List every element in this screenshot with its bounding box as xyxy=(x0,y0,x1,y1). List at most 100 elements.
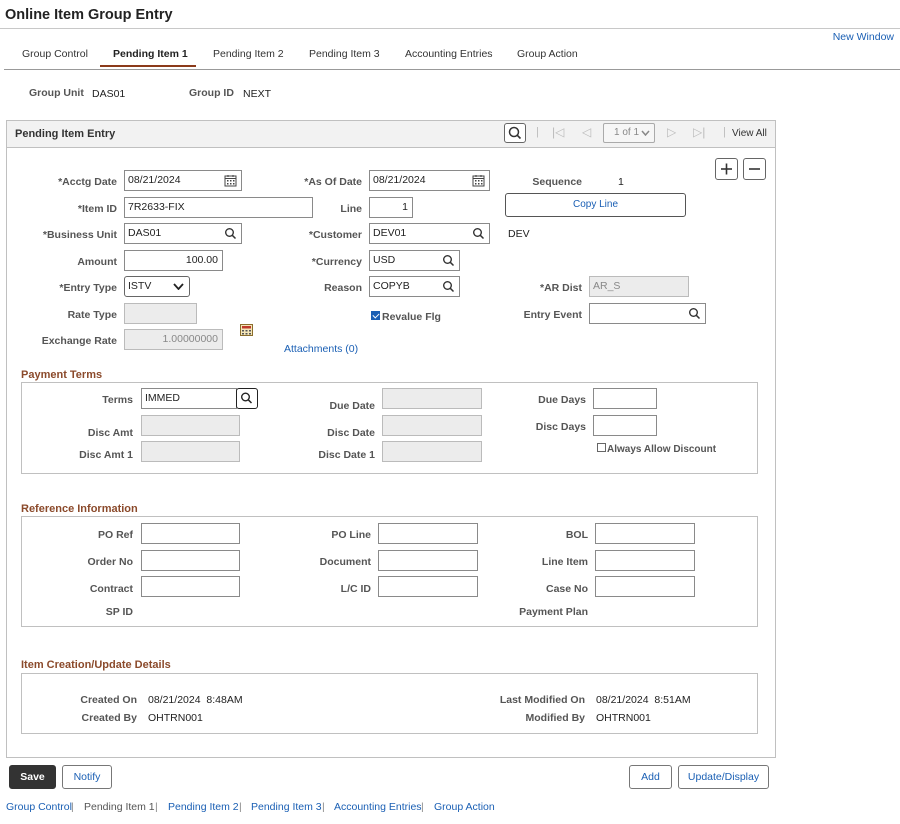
add-button[interactable]: Add xyxy=(629,765,672,789)
line-item-label: Line Item xyxy=(541,556,588,568)
disc-amt-1-label: Disc Amt 1 xyxy=(79,449,133,461)
footer-link-group-action[interactable]: Group Action xyxy=(434,801,495,813)
tab-pending-item-1[interactable]: Pending Item 1 xyxy=(113,48,188,60)
currency-field[interactable]: USD xyxy=(369,250,460,271)
new-window-link[interactable]: New Window xyxy=(833,31,894,43)
footer-separator: | xyxy=(71,801,74,813)
page-title: Online Item Group Entry xyxy=(5,7,173,23)
entry-type-value: ISTV xyxy=(128,280,152,292)
footer-separator: | xyxy=(155,801,158,813)
order-no-field[interactable] xyxy=(141,550,240,571)
search-icon[interactable] xyxy=(442,280,455,293)
disc-amt-label: Disc Amt xyxy=(87,427,133,439)
lc-id-field[interactable] xyxy=(378,576,478,597)
pending-item-title: Pending Item Entry xyxy=(15,128,116,140)
as-of-date-field[interactable]: 08/21/2024 xyxy=(369,170,490,191)
search-icon[interactable] xyxy=(224,227,237,240)
entry-type-select[interactable]: ISTV xyxy=(124,276,190,297)
po-ref-field[interactable] xyxy=(141,523,240,544)
terms-lookup-button[interactable] xyxy=(236,388,258,409)
line-label: Line xyxy=(340,203,362,215)
terms-label: Terms xyxy=(102,394,133,406)
ar-dist-label: *AR Dist xyxy=(539,282,582,294)
revalue-flg-checkbox[interactable] xyxy=(371,311,380,320)
disc-date-field xyxy=(382,415,482,436)
tab-accounting-entries[interactable]: Accounting Entries xyxy=(405,48,493,60)
document-field[interactable] xyxy=(378,550,478,571)
calculator-icon[interactable] xyxy=(240,324,253,336)
footer-link-pending-item-3[interactable]: Pending Item 3 xyxy=(251,801,322,813)
reason-field[interactable]: COPYB xyxy=(369,276,460,297)
footer-link-pending-item-2[interactable]: Pending Item 2 xyxy=(168,801,239,813)
calendar-icon[interactable] xyxy=(472,174,485,187)
bol-field[interactable] xyxy=(595,523,695,544)
view-all-link[interactable]: View All xyxy=(732,128,767,139)
footer-link-pending-item-1: Pending Item 1 xyxy=(84,801,155,813)
add-row-button[interactable] xyxy=(715,158,738,180)
notify-button[interactable]: Notify xyxy=(62,765,112,789)
customer-field[interactable]: DEV01 xyxy=(369,223,490,244)
created-on-value: 08/21/2024 8:48AM xyxy=(148,694,243,706)
as-of-date-value: 08/21/2024 xyxy=(373,174,426,186)
item-id-label: *Item ID xyxy=(77,203,117,215)
line-field[interactable]: 1 xyxy=(369,197,413,218)
rate-type-field xyxy=(124,303,197,324)
currency-label: *Currency xyxy=(311,256,362,268)
revalue-flg-label: Revalue Flg xyxy=(382,311,441,323)
line-item-field[interactable] xyxy=(595,550,695,571)
po-line-field[interactable] xyxy=(378,523,478,544)
always-allow-discount-checkbox[interactable] xyxy=(597,443,606,452)
terms-field[interactable]: IMMED xyxy=(141,388,237,409)
pager-divider: | xyxy=(536,126,539,138)
last-page-icon[interactable]: ▷| xyxy=(693,125,705,139)
search-icon xyxy=(240,392,253,404)
next-page-icon[interactable]: ▷ xyxy=(667,125,676,139)
payment-plan-label: Payment Plan xyxy=(519,606,588,618)
reason-value: COPYB xyxy=(373,280,410,292)
amount-label: Amount xyxy=(77,256,117,268)
tab-group-action[interactable]: Group Action xyxy=(517,48,578,60)
delete-row-button[interactable] xyxy=(743,158,766,180)
entry-type-label: *Entry Type xyxy=(59,282,117,294)
rate-type-label: Rate Type xyxy=(67,309,117,321)
always-allow-discount-label: Always Allow Discount xyxy=(607,444,717,455)
lc-id-label: L/C ID xyxy=(340,583,371,595)
footer-link-accounting-entries[interactable]: Accounting Entries xyxy=(334,801,422,813)
creation-details-title: Item Creation/Update Details xyxy=(21,659,171,671)
tab-pending-item-2[interactable]: Pending Item 2 xyxy=(213,48,284,60)
first-page-icon[interactable]: |◁ xyxy=(552,125,564,139)
customer-name: DEV xyxy=(508,228,530,240)
copy-line-button[interactable]: Copy Line xyxy=(505,193,686,217)
acctg-date-label: *Acctg Date xyxy=(58,176,117,188)
pager-divider-2: | xyxy=(723,126,726,138)
search-icon[interactable] xyxy=(442,254,455,267)
footer-link-group-control[interactable]: Group Control xyxy=(6,801,72,813)
case-no-field[interactable] xyxy=(595,576,695,597)
tab-group-control[interactable]: Group Control xyxy=(22,48,88,60)
business-unit-field[interactable]: DAS01 xyxy=(124,223,242,244)
sequence-label: Sequence xyxy=(532,176,582,188)
exchange-rate-label: Exchange Rate xyxy=(41,335,117,347)
contract-label: Contract xyxy=(89,583,133,595)
pager-select[interactable]: 1 of 1 xyxy=(603,123,655,143)
acctg-date-field[interactable]: 08/21/2024 xyxy=(124,170,242,191)
update-display-button[interactable]: Update/Display xyxy=(678,765,769,789)
disc-days-field[interactable] xyxy=(593,415,657,436)
customer-value: DEV01 xyxy=(373,227,407,239)
search-icon[interactable] xyxy=(688,307,701,320)
last-modified-label: Last Modified On xyxy=(499,694,585,706)
calendar-icon[interactable] xyxy=(224,174,237,187)
save-button[interactable]: Save xyxy=(9,765,56,789)
tab-pending-item-3[interactable]: Pending Item 3 xyxy=(309,48,380,60)
entry-event-field[interactable] xyxy=(589,303,706,324)
modified-by-label: Modified By xyxy=(525,712,586,724)
due-days-field[interactable] xyxy=(593,388,657,409)
entry-event-label: Entry Event xyxy=(523,309,582,321)
search-icon[interactable] xyxy=(472,227,485,240)
attachments-link[interactable]: Attachments (0) xyxy=(284,343,358,355)
search-button[interactable] xyxy=(504,123,526,143)
contract-field[interactable] xyxy=(141,576,240,597)
prev-page-icon[interactable]: ◁ xyxy=(582,125,591,139)
amount-field[interactable]: 100.00 xyxy=(124,250,223,271)
acctg-date-value: 08/21/2024 xyxy=(128,174,181,186)
